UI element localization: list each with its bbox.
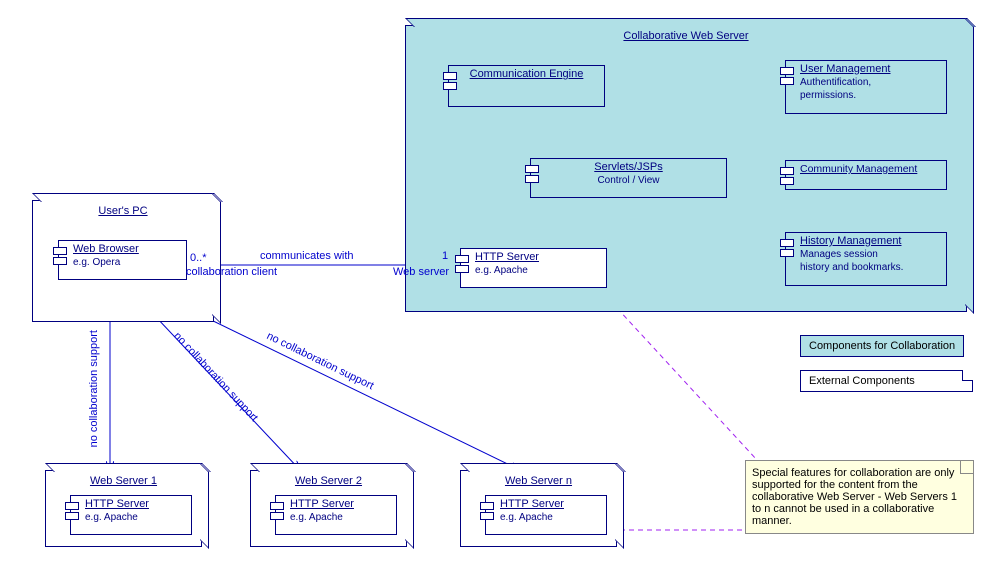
ws2-http-body: e.g. Apache [276,510,396,523]
label-nocollab-1: no collaboration support [88,330,100,447]
component-user-mgmt: User Management Authentification, permis… [785,60,947,114]
component-comm-engine: Communication Engine [448,65,605,107]
label-nocollab-2: no collaboration support [171,330,260,424]
user-mgmt-title: User Management [786,61,946,75]
ws1-http-body: e.g. Apache [71,510,191,523]
collab-server-title: Collaborative Web Server [406,26,966,46]
label-collab-client: collaboration client [186,266,277,278]
label-communicates: communicates with [260,250,354,262]
label-nocollab-3: no collaboration support [265,330,376,392]
component-ws1-http: HTTP Server e.g. Apache [70,495,192,535]
ws1-title: Web Server 1 [46,471,201,491]
label-webserver-role: Web server [393,266,449,278]
component-community-mgmt: Community Management [785,160,947,190]
wsn-title: Web Server n [461,471,616,491]
component-history-mgmt: History Management Manages session histo… [785,232,947,286]
label-mult-0n: 0..* [190,252,207,264]
web-browser-title: Web Browser [59,241,186,255]
ws1-http-title: HTTP Server [71,496,191,510]
ws2-title: Web Server 2 [251,471,406,491]
users-pc-title: User's PC [33,201,213,221]
servlets-body: Control / View [531,173,726,186]
comm-engine-title: Communication Engine [449,66,604,80]
component-wsn-http: HTTP Server e.g. Apache [485,495,607,535]
web-browser-body: e.g. Opera [59,255,186,268]
community-mgmt-title: Community Management [786,161,946,175]
component-http-collab: HTTP Server e.g. Apache [460,248,607,288]
wsn-http-title: HTTP Server [486,496,606,510]
history-mgmt-body1: Manages session [786,247,946,260]
servlets-title: Servlets/JSPs [531,159,726,173]
legend-external-text: External Components [809,375,915,387]
component-servlets: Servlets/JSPs Control / View [530,158,727,198]
note-box: Special features for collaboration are o… [745,460,974,534]
history-mgmt-title: History Management [786,233,946,247]
component-web-browser: Web Browser e.g. Opera [58,240,187,280]
wsn-http-body: e.g. Apache [486,510,606,523]
legend-collab: Components for Collaboration [800,335,964,357]
note-text: Special features for collaboration are o… [752,467,957,527]
http-collab-title: HTTP Server [461,249,606,263]
diagram-canvas: User's PC Web Browser e.g. Opera Collabo… [0,0,1001,581]
legend-collab-text: Components for Collaboration [809,340,955,352]
user-mgmt-body1: Authentification, [786,75,946,88]
http-collab-body: e.g. Apache [461,263,606,276]
label-mult-1: 1 [442,250,448,262]
component-ws2-http: HTTP Server e.g. Apache [275,495,397,535]
user-mgmt-body2: permissions. [786,88,946,101]
note-fold-icon [960,461,973,474]
ws2-http-title: HTTP Server [276,496,396,510]
legend-external: External Components [800,370,973,392]
history-mgmt-body2: history and bookmarks. [786,260,946,273]
